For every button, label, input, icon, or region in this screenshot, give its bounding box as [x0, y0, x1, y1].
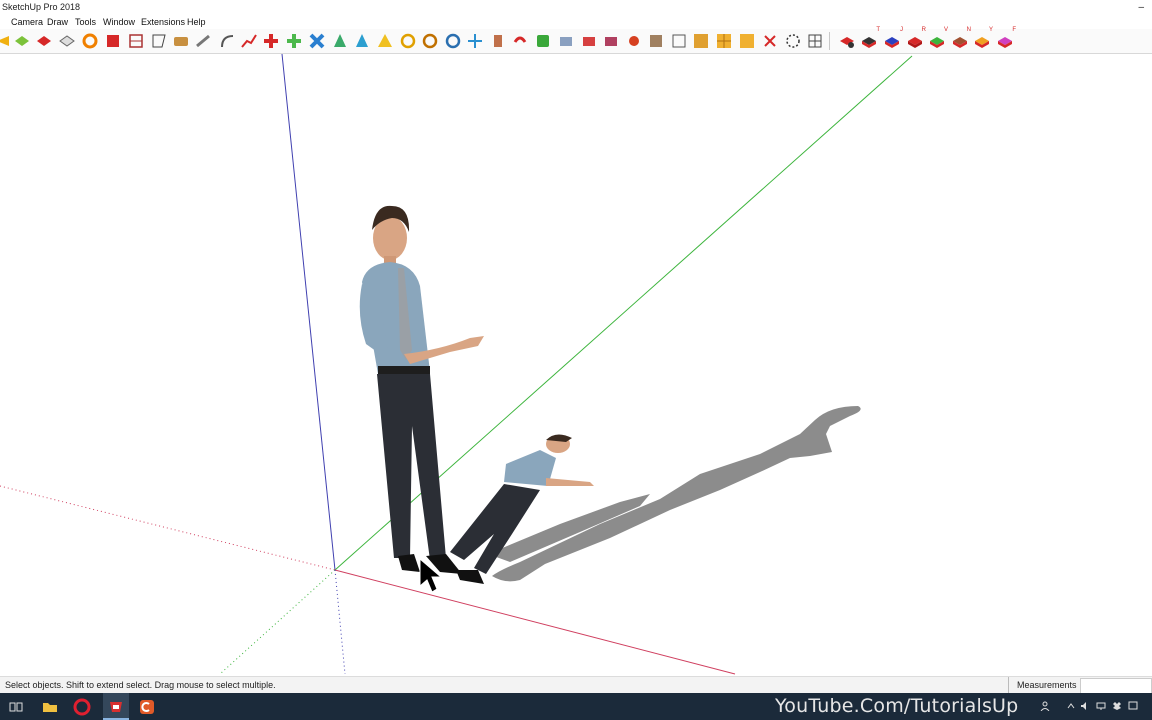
leaning-arm — [546, 478, 594, 486]
right-view-letter: V — [943, 27, 948, 33]
protractor-icon[interactable] — [195, 32, 213, 50]
tray-chevron-up-icon[interactable] — [1066, 701, 1076, 711]
pan-icon[interactable] — [421, 32, 439, 50]
measurements-label: Measurements — [1008, 677, 1077, 694]
follow-me-icon[interactable] — [104, 32, 122, 50]
position-camera-icon[interactable] — [534, 32, 552, 50]
minimize-button[interactable]: – — [1138, 0, 1144, 15]
eraser-icon[interactable] — [35, 32, 53, 50]
back-view-icon[interactable]: N — [951, 27, 971, 50]
push-pull-icon[interactable] — [81, 32, 99, 50]
blue-axis — [281, 54, 336, 571]
grid-icon[interactable] — [715, 32, 733, 50]
front-view-icon[interactable]: R — [906, 27, 926, 50]
freehand-icon[interactable] — [240, 32, 258, 50]
move-icon[interactable] — [262, 32, 280, 50]
menu-camera[interactable]: Camera — [11, 15, 43, 29]
red-axis-negative — [0, 485, 336, 571]
face-view-icon[interactable]: F — [996, 27, 1016, 50]
style-icon[interactable] — [670, 32, 688, 50]
taskbar-active-app[interactable] — [103, 693, 129, 720]
front-view-letter: R — [921, 27, 926, 33]
walk-icon[interactable] — [489, 32, 507, 50]
left-view-letter: Y — [988, 27, 993, 33]
look-around-icon[interactable] — [511, 32, 529, 50]
status-bar: Select objects. Shift to extend select. … — [0, 676, 1152, 694]
left-view-icon[interactable]: Y — [973, 27, 993, 50]
face-view-letter: F — [1012, 27, 1016, 33]
zoom-icon[interactable] — [444, 32, 462, 50]
scene-canvas — [0, 54, 913, 675]
taskbar: YouTube.Com/TutorialsUp — [0, 693, 1152, 720]
arc-icon[interactable] — [218, 32, 236, 50]
menu-window[interactable]: Window — [103, 15, 135, 29]
person-belt — [378, 366, 430, 374]
dimension-icon[interactable] — [331, 32, 349, 50]
menu-extensions[interactable]: Extensions — [141, 15, 185, 29]
dropbox-icon[interactable] — [1112, 701, 1122, 711]
back-view-letter: N — [966, 27, 971, 33]
warehouse-icon[interactable] — [602, 32, 620, 50]
status-message: Select objects. Shift to extend select. … — [5, 680, 276, 690]
person-left-shoe — [398, 554, 420, 572]
sketchup-icon — [110, 702, 122, 712]
trim-icon[interactable] — [806, 32, 824, 50]
axes-icon[interactable] — [376, 32, 394, 50]
orbit-icon[interactable] — [399, 32, 417, 50]
layout-icon[interactable] — [647, 32, 665, 50]
outer-shell-icon[interactable] — [761, 32, 779, 50]
split-icon[interactable] — [784, 32, 802, 50]
right-view-icon[interactable]: V — [928, 27, 948, 50]
zoom-extents-icon[interactable] — [466, 32, 484, 50]
menu-draw[interactable]: Draw — [47, 15, 68, 29]
channel-watermark: YouTube.Com/TutorialsUp — [775, 695, 1019, 717]
rotate-icon[interactable] — [285, 32, 303, 50]
menu-bar: Camera Draw Tools Window Extensions Help — [0, 15, 1152, 29]
measurements-input[interactable] — [1080, 678, 1152, 694]
solid-tools-icon[interactable] — [557, 32, 575, 50]
opera-icon[interactable] — [72, 697, 92, 717]
text-icon[interactable] — [353, 32, 371, 50]
shadow-icon[interactable] — [692, 32, 710, 50]
figure-shadow — [488, 406, 861, 582]
leaning-shoe — [456, 570, 484, 584]
green-axis-negative — [219, 569, 336, 675]
section-plane-icon[interactable] — [127, 32, 145, 50]
rectangle-icon[interactable] — [58, 32, 76, 50]
notification-icon[interactable] — [1128, 701, 1138, 711]
menu-help[interactable]: Help — [187, 15, 206, 29]
menu-tools[interactable]: Tools — [75, 15, 96, 29]
person-trousers — [377, 374, 446, 560]
extension-warehouse-icon[interactable] — [625, 32, 643, 50]
offset-icon[interactable] — [150, 32, 168, 50]
title-bar: SketchUp Pro 2018 – — [0, 0, 1152, 15]
paint-bucket-icon[interactable] — [13, 32, 31, 50]
camtasia-icon[interactable] — [137, 697, 157, 717]
window-title: SketchUp Pro 2018 — [2, 2, 81, 12]
people-icon[interactable] — [1040, 701, 1050, 711]
person-standing[interactable] — [359, 205, 484, 574]
network-icon[interactable] — [1096, 701, 1106, 711]
model-viewport[interactable] — [0, 54, 1152, 676]
red-axis — [334, 569, 736, 675]
blue-axis-negative — [334, 569, 346, 675]
top-view-icon[interactable]: T — [860, 27, 880, 50]
sandbox-icon[interactable] — [580, 32, 598, 50]
tape-measure-icon[interactable] — [172, 32, 190, 50]
iso-view-icon[interactable] — [838, 32, 856, 50]
bottom-view-letter: J — [900, 27, 903, 33]
top-view-letter: T — [876, 27, 880, 33]
toolbar: T J R V N Y F — [0, 27, 1152, 54]
volume-icon[interactable] — [1080, 701, 1090, 711]
file-explorer-icon[interactable] — [40, 697, 60, 717]
scale-icon[interactable] — [308, 32, 326, 50]
toolbar-separator — [829, 32, 830, 50]
intersect-icon[interactable] — [738, 32, 756, 50]
select-icon[interactable] — [0, 32, 12, 50]
task-view-icon[interactable] — [6, 697, 26, 717]
bottom-view-icon[interactable]: J — [883, 27, 903, 50]
